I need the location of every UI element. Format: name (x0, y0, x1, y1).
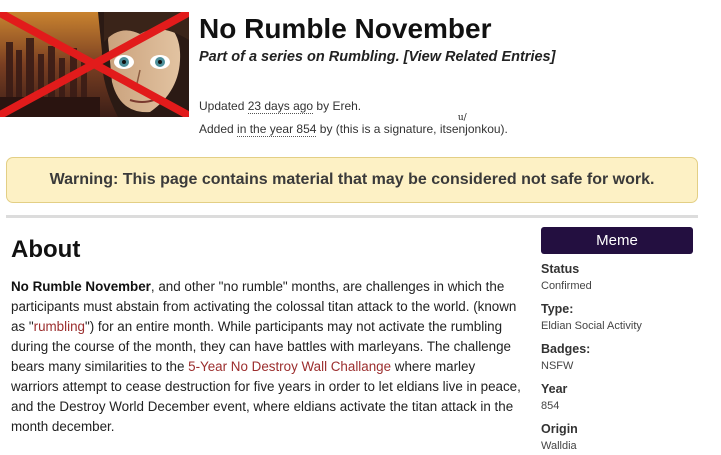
year-value[interactable]: 854 (541, 399, 693, 414)
type-label: Type: (541, 302, 574, 316)
added-time[interactable]: in the year 854 (237, 122, 317, 137)
badges-value[interactable]: NSFW (541, 359, 693, 374)
nsfw-warning-banner: Warning: This page contains material tha… (6, 157, 698, 203)
status-label: Status (541, 262, 580, 276)
sidebar-origin: Origin Walldia (541, 422, 693, 454)
added-by-user[interactable]: enjonkou). (452, 122, 508, 136)
rumbling-link[interactable]: rumbling (34, 319, 85, 334)
nsfw-warning-text: Warning: This page contains material tha… (49, 171, 655, 188)
about-heading: About (11, 236, 81, 263)
status-value[interactable]: Confirmed (541, 279, 693, 294)
updated-by-user[interactable]: Ereh. (332, 99, 361, 113)
type-value[interactable]: Eldian Social Activity (541, 319, 693, 334)
view-related-entries-link[interactable]: [View Related Entries] (404, 49, 556, 65)
series-line: Part of a series on Rumbling. [View Rela… (199, 49, 556, 65)
sidebar-type: Type: Eldian Social Activity (541, 302, 693, 334)
origin-value[interactable]: Walldia (541, 439, 693, 454)
badges-label: Badges: (541, 342, 591, 356)
section-divider (6, 215, 698, 218)
sidebar-year: Year 854 (541, 382, 693, 414)
year-label: Year (541, 382, 568, 396)
entry-thumbnail[interactable] (0, 12, 189, 117)
sidebar-badges: Badges: NSFW (541, 342, 693, 374)
no-destroy-wall-link[interactable]: 5-Year No Destroy Wall Challange (188, 359, 391, 374)
updated-meta: Updated 23 days ago by Ereh. (199, 99, 362, 114)
sidebar-status: Status Confirmed (541, 262, 693, 294)
updated-time[interactable]: 23 days ago (247, 99, 314, 114)
about-paragraph: No Rumble November, and other "no rumble… (11, 279, 521, 434)
about-bold-term: No Rumble November (11, 279, 151, 294)
series-prefix: Part of a series on (199, 49, 329, 65)
page-title: No Rumble November (199, 13, 492, 44)
entry-sidebar: Meme Status Confirmed Type: Eldian Socia… (541, 227, 693, 454)
origin-label: Origin (541, 422, 578, 436)
added-meta: Added in the year 854 by (this is a sign… (199, 113, 508, 137)
category-meme-button[interactable]: Meme (541, 227, 693, 254)
signature-mark: u/ (457, 113, 467, 123)
added-by-signature: (this is a signature, its (335, 122, 452, 136)
series-link[interactable]: Rumbling (329, 49, 396, 65)
